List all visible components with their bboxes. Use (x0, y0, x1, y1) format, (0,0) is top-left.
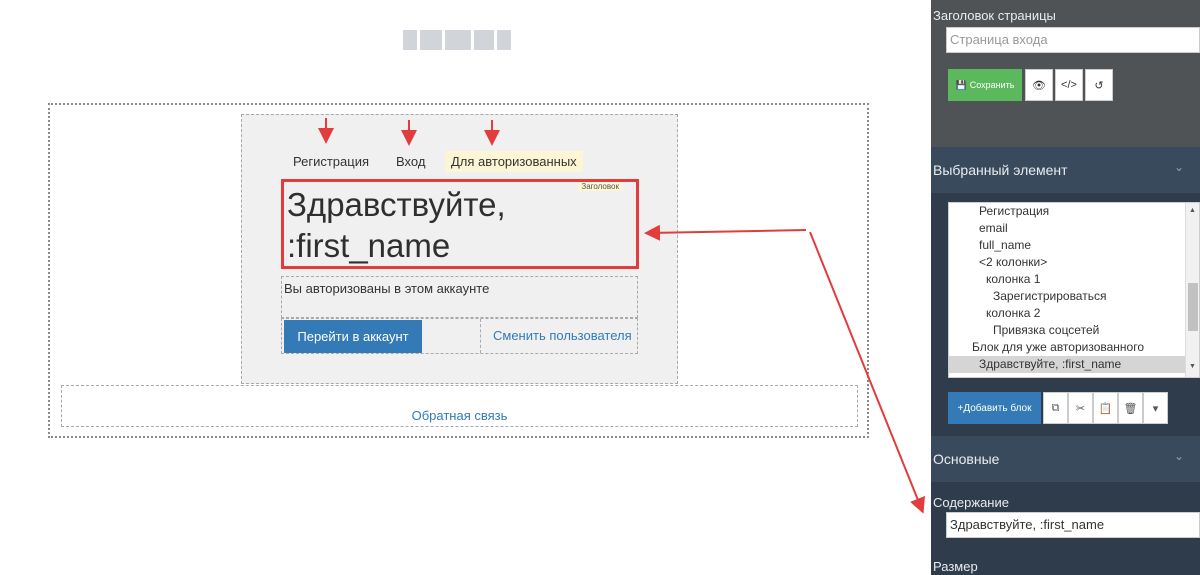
save-button-label: Сохранить (969, 80, 1015, 90)
more-actions-button[interactable]: ▾ (1143, 392, 1168, 424)
save-button[interactable]: 💾 Сохранить (948, 69, 1022, 101)
floppy-icon: 💾 (955, 79, 967, 90)
selected-heading-block[interactable]: Заголовок Здравствуйте, :first_name (281, 179, 639, 269)
tree-item[interactable]: колонка 1 (949, 271, 1187, 288)
tree-scrollbar[interactable]: ▲ ▼ (1185, 203, 1199, 377)
page-title-input[interactable]: Страница входа (946, 27, 1200, 53)
column-2: Сменить пользователя (480, 319, 639, 353)
tree-scroll-thumb[interactable] (1188, 283, 1198, 331)
content-label: Содержание (933, 495, 1009, 510)
go-to-account-button[interactable]: Перейти в аккаунт (284, 320, 422, 353)
undo-button[interactable]: ↺ (1085, 69, 1113, 101)
paste-button[interactable]: 📋 (1093, 392, 1118, 424)
content-input[interactable]: Здравствуйте, :first_name (946, 512, 1200, 538)
tree-item[interactable]: Блок для уже авторизованного (949, 339, 1187, 356)
preview-button[interactable]: 👁 (1025, 69, 1053, 101)
tree-item-selected[interactable]: Здравствуйте, :first_name (949, 356, 1187, 373)
tree-item[interactable]: <2 колонки> (949, 254, 1187, 271)
nav-authorized-tab[interactable]: Для авторизованных (445, 151, 583, 172)
add-block-button[interactable]: +Добавить блок (948, 392, 1041, 424)
size-label: Размер (933, 559, 978, 574)
scroll-down-icon[interactable]: ▼ (1189, 363, 1196, 370)
page-settings-section: Заголовок страницы Страница входа 💾 Сохр… (931, 0, 1200, 147)
auth-description-text: Вы авторизованы в этом аккаунте (284, 281, 490, 296)
description-block[interactable]: Вы авторизованы в этом аккаунте (281, 276, 638, 318)
selected-element-header[interactable]: Выбранный элемент ⌄ (931, 147, 1200, 193)
greeting-line-2: :first_name (287, 227, 451, 264)
element-tree[interactable]: Регистрация email full_name <2 колонки> … (948, 202, 1200, 378)
chevron-down-icon[interactable]: ⌄ (1174, 449, 1184, 463)
feedback-link[interactable]: Обратная связь (62, 408, 857, 423)
tree-item[interactable]: Зарегистрироваться (949, 288, 1187, 305)
scissors-icon: ✂ (1075, 402, 1086, 415)
nav-login-tab[interactable]: Вход (396, 154, 425, 169)
eye-icon: 👁 (1032, 79, 1046, 92)
nav-register-tab[interactable]: Регистрация (293, 154, 369, 169)
caret-down-icon: ▾ (1152, 402, 1159, 415)
site-logo (403, 30, 511, 50)
undo-icon: ↺ (1094, 79, 1104, 92)
selected-element-title: Выбранный элемент (933, 162, 1068, 178)
main-section-header[interactable]: Основные ⌄ (931, 436, 1200, 482)
paste-icon: 📋 (1098, 402, 1113, 415)
chevron-down-icon[interactable]: ⌄ (1174, 160, 1184, 174)
copy-icon: ⧉ (1051, 401, 1060, 414)
page-title-label: Заголовок страницы (933, 8, 1056, 23)
tree-item[interactable]: Регистрация (949, 203, 1187, 220)
scroll-up-icon[interactable]: ▲ (1189, 207, 1196, 214)
tree-item[interactable]: колонка 2 (949, 305, 1187, 322)
tree-item[interactable]: full_name (949, 237, 1187, 254)
trash-icon: 🗑 (1123, 402, 1138, 415)
properties-panel: Заголовок страницы Страница входа 💾 Сохр… (931, 0, 1200, 575)
greeting-line-1: Здравствуйте, (287, 186, 506, 223)
two-column-buttons: Перейти в аккаунт Сменить пользователя (281, 318, 638, 354)
tree-item[interactable]: email (949, 220, 1187, 237)
feedback-block[interactable]: Обратная связь (61, 385, 858, 427)
cut-button[interactable]: ✂ (1068, 392, 1093, 424)
heading-type-tag: Заголовок (578, 182, 622, 191)
tree-item[interactable]: Привязка соцсетей (949, 322, 1187, 339)
switch-user-link[interactable]: Сменить пользователя (493, 328, 632, 343)
main-section-title: Основные (933, 451, 1000, 467)
delete-button[interactable]: 🗑 (1118, 392, 1143, 424)
code-button[interactable]: </> (1055, 69, 1083, 101)
code-icon: </> (1061, 79, 1077, 91)
duplicate-button[interactable]: ⧉ (1043, 392, 1068, 424)
greeting-heading: Здравствуйте, :first_name (287, 184, 506, 266)
